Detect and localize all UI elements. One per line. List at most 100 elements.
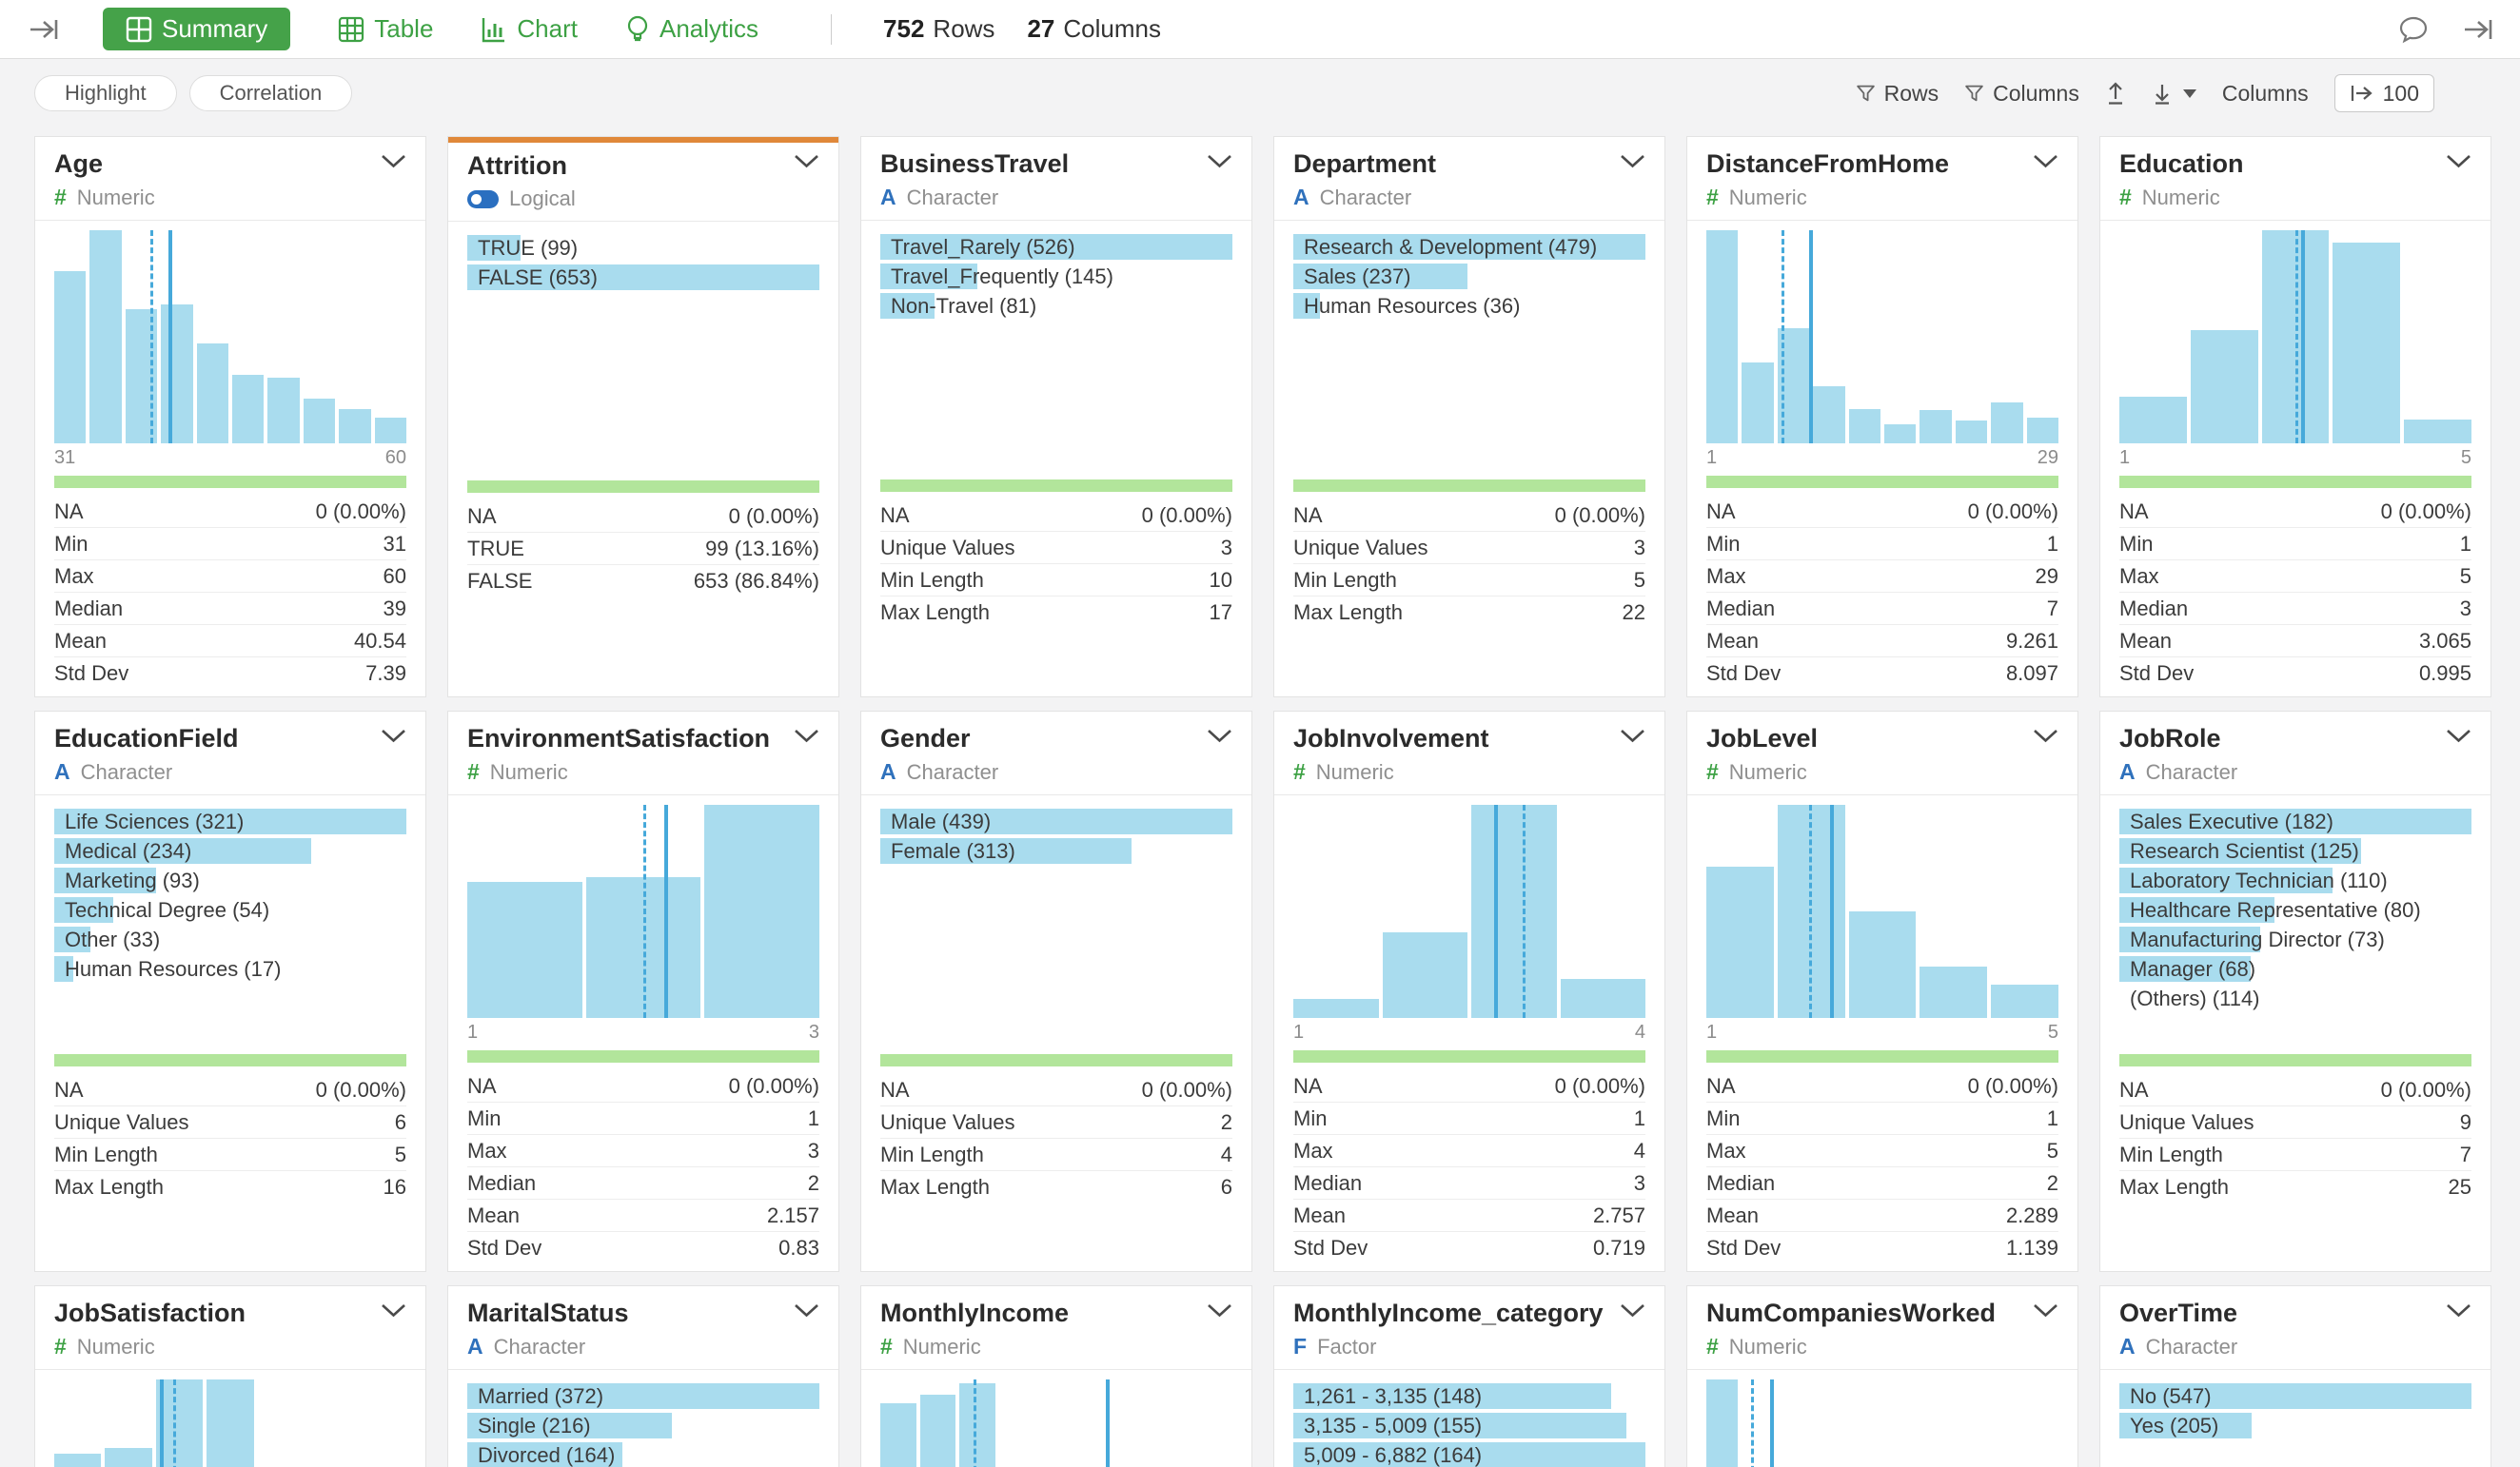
histogram-bar[interactable] (267, 378, 299, 443)
histogram-bar[interactable] (375, 418, 406, 443)
highlight-button[interactable]: Highlight (34, 75, 177, 111)
column-card-Department[interactable]: DepartmentACharacterResearch & Developme… (1273, 136, 1665, 697)
chevron-down-icon[interactable] (2033, 154, 2058, 173)
histogram-bar[interactable] (54, 271, 86, 443)
column-card-NumCompaniesWorked[interactable]: NumCompaniesWorked#Numeric (1686, 1285, 2078, 1467)
category-row[interactable]: Male (439) (880, 809, 1232, 834)
histogram-bar[interactable] (1471, 805, 1557, 1018)
category-row[interactable]: Medical (234) (54, 838, 406, 864)
histogram-bar[interactable] (207, 1379, 253, 1467)
category-row[interactable]: 5,009 - 6,882 (164) (1293, 1442, 1645, 1467)
histogram-bar[interactable] (467, 882, 582, 1018)
column-card-JobRole[interactable]: JobRoleACharacterSales Executive (182)Re… (2099, 711, 2491, 1272)
column-card-DistanceFromHome[interactable]: DistanceFromHome#Numeric129NA0 (0.00%)Mi… (1686, 136, 2078, 697)
category-row[interactable]: (Others) (114) (2119, 986, 2471, 1011)
histogram-bar[interactable] (1293, 999, 1379, 1018)
histogram-bar[interactable] (1813, 386, 1844, 443)
column-card-BusinessTravel[interactable]: BusinessTravelACharacterTravel_Rarely (5… (860, 136, 1252, 697)
category-row[interactable]: Technical Degree (54) (54, 897, 406, 923)
column-card-MaritalStatus[interactable]: MaritalStatusACharacterMarried (372)Sing… (447, 1285, 839, 1467)
histogram-bar[interactable] (1991, 985, 2058, 1018)
histogram-bar[interactable] (1884, 424, 1916, 443)
histogram-bar[interactable] (959, 1383, 995, 1467)
column-card-Gender[interactable]: GenderACharacterMale (439)Female (313)NA… (860, 711, 1252, 1272)
column-card-Age[interactable]: Age#Numeric3160NA0 (0.00%)Min31Max60Medi… (34, 136, 426, 697)
comments-icon[interactable] (2398, 15, 2429, 44)
histogram-bar[interactable] (704, 805, 819, 1018)
tab-chart[interactable]: Chart (481, 14, 578, 44)
category-row[interactable]: TRUE (99) (467, 235, 819, 261)
tab-summary[interactable]: Summary (103, 8, 290, 50)
filter-columns-button[interactable]: Columns (1964, 81, 2079, 107)
collapse-left-panel-icon[interactable] (27, 16, 61, 43)
category-row[interactable]: Manufacturing Director (73) (2119, 927, 2471, 952)
histogram-bar[interactable] (1956, 421, 1987, 443)
category-row[interactable]: Travel_Frequently (145) (880, 264, 1232, 289)
chevron-down-icon[interactable] (1207, 1303, 1232, 1322)
histogram-bar[interactable] (1742, 362, 1773, 443)
category-row[interactable]: Healthcare Representative (80) (2119, 897, 2471, 923)
chevron-down-icon[interactable] (1207, 154, 1232, 173)
category-row[interactable]: 1,261 - 3,135 (148) (1293, 1383, 1645, 1409)
category-row[interactable]: FALSE (653) (467, 264, 819, 290)
chevron-down-icon[interactable] (2446, 154, 2471, 173)
column-card-EnvironmentSatisfaction[interactable]: EnvironmentSatisfaction#Numeric13NA0 (0.… (447, 711, 839, 1272)
category-row[interactable]: Married (372) (467, 1383, 819, 1409)
chevron-down-icon[interactable] (2446, 1303, 2471, 1322)
chevron-down-icon[interactable] (794, 1303, 819, 1322)
category-row[interactable]: Research Scientist (125) (2119, 838, 2471, 864)
category-row[interactable]: Travel_Rarely (526) (880, 234, 1232, 260)
category-row[interactable]: Sales Executive (182) (2119, 809, 2471, 834)
category-row[interactable]: Laboratory Technician (110) (2119, 868, 2471, 893)
column-card-Attrition[interactable]: AttritionLogicalTRUE (99)FALSE (653)NA0 … (447, 136, 839, 697)
histogram-bar[interactable] (880, 1403, 916, 1467)
chevron-down-icon[interactable] (794, 729, 819, 748)
histogram-bar[interactable] (2119, 397, 2187, 443)
histogram-bar[interactable] (1706, 867, 1774, 1018)
chevron-down-icon[interactable] (1620, 1303, 1645, 1322)
category-row[interactable]: Yes (205) (2119, 1413, 2471, 1438)
histogram-bar[interactable] (304, 399, 335, 443)
category-row[interactable]: Human Resources (17) (54, 956, 406, 982)
columns-limit-button[interactable]: 100 (2334, 74, 2434, 112)
category-row[interactable]: Marketing (93) (54, 868, 406, 893)
sort-desc-button[interactable] (2152, 81, 2196, 106)
histogram-bar[interactable] (2333, 243, 2400, 443)
column-card-JobSatisfaction[interactable]: JobSatisfaction#Numeric (34, 1285, 426, 1467)
column-card-MonthlyIncome[interactable]: MonthlyIncome#Numeric (860, 1285, 1252, 1467)
chevron-down-icon[interactable] (381, 154, 406, 173)
correlation-button[interactable]: Correlation (189, 75, 353, 111)
category-row[interactable]: Divorced (164) (467, 1442, 819, 1467)
chevron-down-icon[interactable] (381, 1303, 406, 1322)
chevron-down-icon[interactable] (794, 154, 819, 173)
histogram-bar[interactable] (2191, 330, 2258, 443)
category-row[interactable]: Non-Travel (81) (880, 293, 1232, 319)
column-card-EducationField[interactable]: EducationFieldACharacterLife Sciences (3… (34, 711, 426, 1272)
category-row[interactable]: Single (216) (467, 1413, 819, 1438)
chevron-down-icon[interactable] (1620, 154, 1645, 173)
category-row[interactable]: Female (313) (880, 838, 1232, 864)
histogram-bar[interactable] (1991, 402, 2022, 443)
histogram-bar[interactable] (161, 304, 192, 443)
histogram-bar[interactable] (1920, 410, 1951, 443)
histogram-bar[interactable] (105, 1448, 151, 1467)
histogram-bar[interactable] (232, 375, 264, 443)
category-row[interactable]: Life Sciences (321) (54, 809, 406, 834)
category-row[interactable]: Human Resources (36) (1293, 293, 1645, 319)
tab-table[interactable]: Table (338, 14, 433, 44)
histogram-bar[interactable] (2027, 418, 2058, 443)
category-row[interactable]: 3,135 - 5,009 (155) (1293, 1413, 1645, 1438)
category-row[interactable]: Sales (237) (1293, 264, 1645, 289)
chevron-down-icon[interactable] (1620, 729, 1645, 748)
column-card-JobLevel[interactable]: JobLevel#Numeric15NA0 (0.00%)Min1Max5Med… (1686, 711, 2078, 1272)
histogram-bar[interactable] (1920, 967, 1987, 1018)
histogram-bar[interactable] (1849, 409, 1880, 443)
histogram-bar[interactable] (54, 1454, 101, 1467)
tab-analytics[interactable]: Analytics (625, 14, 758, 44)
chevron-down-icon[interactable] (381, 729, 406, 748)
chevron-down-icon[interactable] (1207, 729, 1232, 748)
column-card-JobInvolvement[interactable]: JobInvolvement#Numeric14NA0 (0.00%)Min1M… (1273, 711, 1665, 1272)
histogram-bar[interactable] (339, 409, 370, 443)
column-card-Education[interactable]: Education#Numeric15NA0 (0.00%)Min1Max5Me… (2099, 136, 2491, 697)
column-card-MonthlyIncome_category[interactable]: MonthlyIncome_categoryFFactor1,261 - 3,1… (1273, 1285, 1665, 1467)
